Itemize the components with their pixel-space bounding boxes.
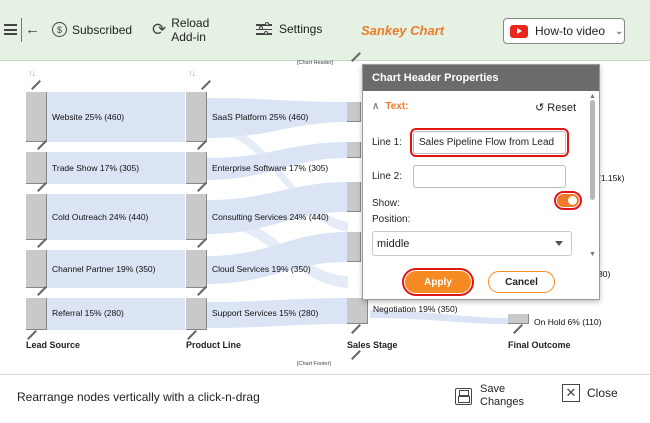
sankey-node[interactable] [186,152,207,184]
settings-label: Settings [279,22,323,36]
sankey-node[interactable] [347,232,361,262]
save-disk-icon [455,387,472,405]
position-label: Position: [372,214,411,225]
subscribed-button[interactable]: $ Subscribed [52,22,132,37]
reload-icon: ⟳ [152,20,167,39]
scrollbar-thumb[interactable] [590,100,595,200]
position-value: middle [377,237,410,250]
sankey-node[interactable] [186,298,207,330]
sliders-icon [256,21,272,35]
back-arrow-icon[interactable]: ← [25,21,40,38]
scroll-down-icon[interactable]: ▼ [589,251,596,258]
sankey-node[interactable] [186,250,207,288]
toolbar-divider [21,18,22,42]
node-label: SaaS Platform 25% (460) [212,112,309,122]
sankey-node[interactable] [26,152,47,184]
node-label: Consulting Services 24% (440) [212,212,329,222]
sankey-node[interactable] [347,298,368,324]
chevron-down-icon: ⌄ [615,25,624,37]
dialog-scrollbar[interactable] [590,100,596,250]
reorder-icon[interactable]: ↑↓ [28,68,36,78]
node-label: Cold Outreach 24% (440) [52,212,149,222]
sankey-node[interactable] [347,182,361,212]
column-label: Product Line [186,340,242,350]
save-label-line2: Changes [480,396,525,408]
reload-label-line2: Add-in [171,30,206,44]
bottom-bar: Rearrange nodes vertically with a click-… [0,374,650,423]
settings-button[interactable]: Settings [256,21,323,36]
node-label: Channel Partner 19% (350) [52,264,156,274]
chevron-up-icon: ∧ [372,101,380,112]
position-select[interactable]: middle [372,231,572,256]
app-title: Sankey Chart [361,23,445,38]
line2-label: Line 2: [372,171,403,182]
dropdown-caret-icon [555,241,563,246]
apply-button[interactable]: Apply [402,268,474,296]
hint-text: Rearrange nodes vertically with a click-… [17,390,260,404]
close-button[interactable]: ✕ Close [562,384,618,402]
node-label-partial: (1.15k) [598,173,625,183]
line1-input[interactable]: Sales Pipeline Flow from Lead [410,128,569,157]
save-changes-button[interactable]: Save Changes [455,383,524,409]
column-label: Sales Stage [347,340,398,350]
section-label: Text: [385,101,409,112]
column-label: Final Outcome [508,340,571,350]
howto-label: How-to video [535,24,606,38]
column-label: Lead Source [26,340,81,350]
scroll-up-icon[interactable]: ▲ [589,93,596,100]
node-label: Enterprise Software 17% (305) [212,163,329,173]
howto-video-dropdown[interactable]: How-to video ⌄ [503,18,625,44]
node-label: Website 25% (460) [52,112,125,122]
subscribed-label: Subscribed [72,22,133,37]
text-section-toggle[interactable]: ∧ Text: [372,101,408,112]
node-label: Referral 15% (280) [52,308,124,318]
node-label: Cloud Services 19% (350) [212,264,311,274]
dialog-title: Chart Header Properties [363,65,599,91]
show-toggle[interactable] [554,191,582,210]
sankey-node[interactable] [347,142,361,158]
reset-icon: ↺ [535,102,545,114]
chart-header-tag[interactable]: [Chart Header] [297,60,333,66]
node-label: On Hold 6% (110) [534,317,602,327]
sankey-node[interactable] [26,250,47,288]
reset-button[interactable]: ↺ Reset [535,101,576,114]
show-label: Show: [372,198,400,209]
toolbar: ← $ Subscribed ⟳ Reload Add-in Settings … [0,0,650,61]
node-label: Support Services 15% (280) [212,308,319,318]
reset-label: Reset [547,102,577,114]
youtube-icon [510,24,528,38]
line2-input[interactable] [413,165,566,188]
sankey-node[interactable] [26,92,47,142]
sankey-node[interactable] [26,194,47,240]
reload-label-line1: Reload [171,16,210,30]
hamburger-menu-icon[interactable] [4,24,17,35]
chart-footer-tag[interactable]: [Chart Footer] [297,361,331,367]
close-label: Close [587,386,618,400]
line1-label: Line 1: [372,137,403,148]
chart-header-properties-dialog: Chart Header Properties ∧ Text: ↺ Reset … [362,64,600,300]
sankey-node[interactable] [186,194,207,240]
sankey-node[interactable] [186,92,207,142]
cancel-button[interactable]: Cancel [488,271,555,293]
reload-addin-button[interactable]: ⟳ Reload Add-in [152,16,209,44]
sankey-node[interactable] [508,314,529,324]
close-icon: ✕ [562,384,580,402]
dollar-icon: $ [52,22,67,37]
sankey-node[interactable] [26,298,47,330]
sankey-node[interactable] [347,102,361,122]
reorder-icon[interactable]: ↑↓ [188,68,196,78]
app-window: ← $ Subscribed ⟳ Reload Add-in Settings … [0,0,650,423]
node-label: Negotiation 19% (350) [373,304,458,314]
node-label: Trade Show 17% (305) [52,163,140,173]
save-label-line1: Save [480,383,506,395]
dialog-body: ∧ Text: ↺ Reset Line 1: Sales Pipeline F… [363,91,599,299]
